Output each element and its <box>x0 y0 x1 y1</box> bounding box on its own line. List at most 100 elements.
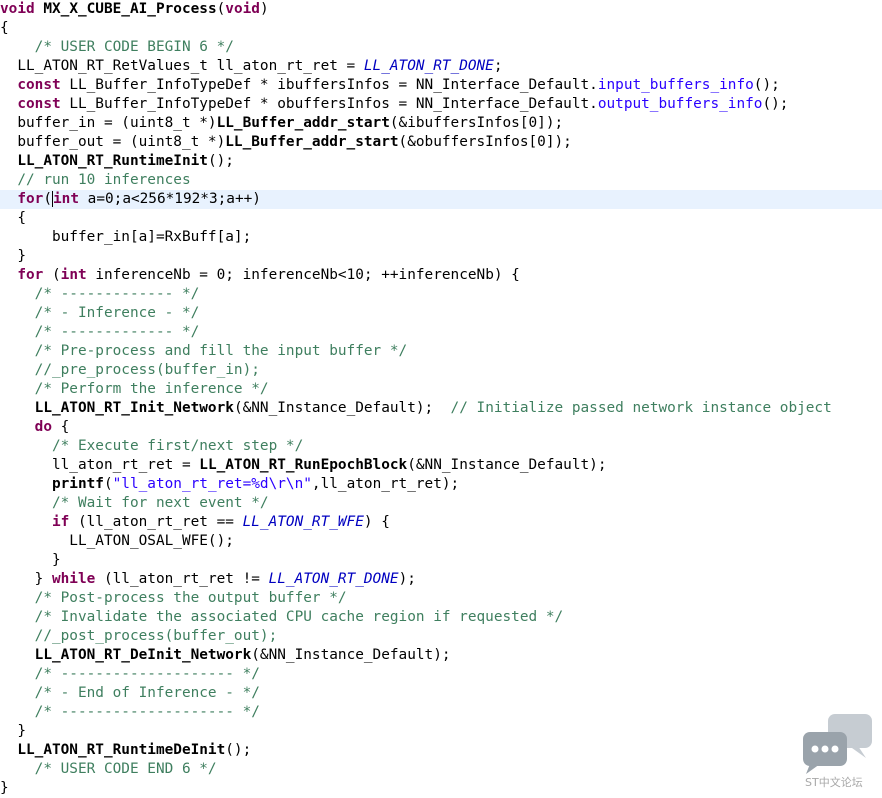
code-line[interactable]: /* USER CODE END 6 */ <box>0 760 882 779</box>
code-token: /* Invalidate the associated CPU cache r… <box>34 609 564 625</box>
code-line[interactable]: LL_ATON_RT_RuntimeInit(); <box>0 152 882 171</box>
code-line[interactable]: } <box>0 779 882 798</box>
code-token: LL_ATON_RT_DONE <box>268 571 399 587</box>
code-line[interactable]: //_post_process(buffer_out); <box>0 627 882 646</box>
code-line[interactable]: } <box>0 722 882 741</box>
code-line[interactable]: buffer_in = (uint8_t *)LL_Buffer_addr_st… <box>0 114 882 133</box>
code-token: (&NN_Instance_Default); <box>233 400 451 416</box>
code-token: /* Wait for next event */ <box>51 495 269 511</box>
code-token: ); <box>398 571 416 587</box>
code-token: LL_ATON_RT_RunEpochBlock <box>199 457 408 473</box>
code-token: ( <box>216 1 226 17</box>
code-line[interactable]: /* Wait for next event */ <box>0 494 882 513</box>
code-line[interactable]: } while (ll_aton_rt_ret != LL_ATON_RT_DO… <box>0 570 882 589</box>
code-line[interactable]: const LL_Buffer_InfoTypeDef * ibuffersIn… <box>0 76 882 95</box>
code-token: (&NN_Instance_Default); <box>251 647 451 663</box>
code-line[interactable]: buffer_out = (uint8_t *)LL_Buffer_addr_s… <box>0 133 882 152</box>
code-token: while <box>51 571 96 587</box>
code-token: if <box>51 514 70 530</box>
code-token: buffer_out = (uint8_t *) <box>0 134 226 150</box>
code-token: input_buffers_info <box>597 77 754 93</box>
code-line[interactable]: { <box>0 19 882 38</box>
code-token: //_post_process(buffer_out); <box>34 628 278 644</box>
code-token: (ll_aton_rt_ret != <box>95 571 269 587</box>
code-line[interactable]: // run 10 inferences <box>0 171 882 190</box>
code-editor[interactable]: void MX_X_CUBE_AI_Process(void){ /* USER… <box>0 0 882 798</box>
code-token: int <box>60 267 87 283</box>
watermark: ST中文论坛 <box>800 712 878 792</box>
code-token: void <box>0 1 35 17</box>
code-line[interactable]: /* ------------- */ <box>0 323 882 342</box>
code-token: ) <box>259 1 269 17</box>
code-token: // run 10 inferences <box>17 172 191 188</box>
code-token: (&ibuffersInfos[0]); <box>389 115 564 131</box>
code-line[interactable]: if (ll_aton_rt_ret == LL_ATON_RT_WFE) { <box>0 513 882 532</box>
code-line[interactable]: /* USER CODE BEGIN 6 */ <box>0 38 882 57</box>
code-token: } <box>0 571 52 587</box>
code-line[interactable]: ll_aton_rt_ret = LL_ATON_RT_RunEpochBloc… <box>0 456 882 475</box>
code-line[interactable]: buffer_in[a]=RxBuff[a]; <box>0 228 882 247</box>
code-line[interactable]: /* - End of Inference - */ <box>0 684 882 703</box>
code-token: void <box>225 1 260 17</box>
code-line[interactable]: const LL_Buffer_InfoTypeDef * obuffersIn… <box>0 95 882 114</box>
code-line[interactable]: /* -------------------- */ <box>0 665 882 684</box>
code-line[interactable]: LL_ATON_RT_Init_Network(&NN_Instance_Def… <box>0 399 882 418</box>
code-line[interactable]: /* Perform the inference */ <box>0 380 882 399</box>
code-line[interactable]: printf("ll_aton_rt_ret=%d\r\n",ll_aton_r… <box>0 475 882 494</box>
code-token: (&NN_Instance_Default); <box>407 457 607 473</box>
code-line[interactable]: /* Invalidate the associated CPU cache r… <box>0 608 882 627</box>
code-line[interactable]: /* Execute first/next step */ <box>0 437 882 456</box>
code-token: LL_Buffer_InfoTypeDef * ibuffersInfos = … <box>60 77 598 93</box>
code-line[interactable]: for (int inferenceNb = 0; inferenceNb<10… <box>0 266 882 285</box>
code-line[interactable]: /* ------------- */ <box>0 285 882 304</box>
code-line[interactable]: LL_ATON_RT_RetValues_t ll_aton_rt_ret = … <box>0 57 882 76</box>
code-line-current[interactable]: for(int a=0;a<256*192*3;a++) <box>0 190 882 209</box>
code-token: /* Pre-process and fill the input buffer… <box>34 343 408 359</box>
code-line[interactable]: /* Pre-process and fill the input buffer… <box>0 342 882 361</box>
code-token: } <box>0 723 26 739</box>
code-line[interactable]: /* Post-process the output buffer */ <box>0 589 882 608</box>
code-token: const <box>17 96 61 112</box>
code-token: /* USER CODE BEGIN 6 */ <box>34 39 234 55</box>
code-token: (&obuffersInfos[0]); <box>398 134 572 150</box>
code-line[interactable]: LL_ATON_OSAL_WFE(); <box>0 532 882 551</box>
code-line[interactable]: do { <box>0 418 882 437</box>
code-token: LL_ATON_RT_RetValues_t ll_aton_rt_ret = <box>0 58 364 74</box>
code-line[interactable]: /* - Inference - */ <box>0 304 882 323</box>
code-line[interactable]: LL_ATON_RT_DeInit_Network(&NN_Instance_D… <box>0 646 882 665</box>
code-token: buffer_in[a]=RxBuff[a]; <box>0 229 252 245</box>
code-line[interactable]: //_pre_process(buffer_in); <box>0 361 882 380</box>
code-token: LL_Buffer_addr_start <box>225 134 399 150</box>
code-token: /* Execute first/next step */ <box>51 438 304 454</box>
code-token: inferenceNb = 0; inferenceNb<10; ++infer… <box>86 267 520 283</box>
code-line[interactable]: } <box>0 551 882 570</box>
code-token: (); <box>753 77 780 93</box>
code-line[interactable]: void MX_X_CUBE_AI_Process(void) <box>0 0 882 19</box>
code-token: printf <box>51 476 104 492</box>
code-token: LL_ATON_RT_RuntimeDeInit <box>17 742 226 758</box>
code-line[interactable]: LL_ATON_RT_RuntimeDeInit(); <box>0 741 882 760</box>
code-line[interactable]: { <box>0 209 882 228</box>
code-line[interactable]: /* -------------------- */ <box>0 703 882 722</box>
code-token: LL_ATON_OSAL_WFE(); <box>0 533 234 549</box>
code-token: ( <box>43 191 52 207</box>
code-line[interactable]: } <box>0 247 882 266</box>
